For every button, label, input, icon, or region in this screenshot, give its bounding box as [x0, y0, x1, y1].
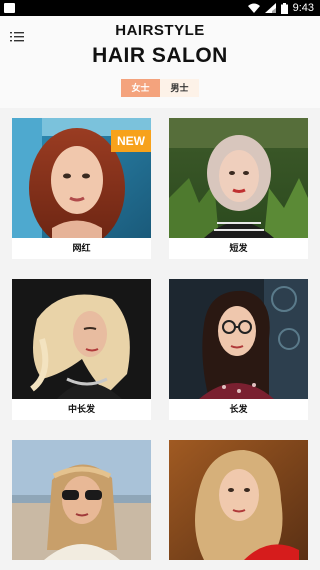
app-subtitle: HAIRSTYLE: [115, 22, 205, 39]
style-card-label: 中长发: [67, 404, 95, 414]
style-card-medium[interactable]: 中长发: [12, 279, 151, 420]
style-card-short[interactable]: 短发: [169, 118, 308, 259]
tab-men[interactable]: 男士: [160, 79, 199, 97]
status-time: 9:43: [292, 2, 314, 14]
signal-icon: [264, 3, 276, 13]
tab-women[interactable]: 女士: [121, 79, 160, 97]
app-header: HAIRSTYLE HAIR SALON 女士 男士: [0, 16, 320, 108]
style-photo: NEW: [12, 118, 151, 238]
style-card-6[interactable]: [169, 440, 308, 560]
app-title: HAIR SALON: [92, 44, 228, 67]
style-card-label: 长发: [229, 404, 248, 414]
style-photo: [169, 279, 308, 399]
style-photo: [12, 279, 151, 399]
style-photo: [169, 118, 308, 238]
style-card-wanghong[interactable]: NEW 网红: [12, 118, 151, 259]
style-card-5[interactable]: [12, 440, 151, 560]
style-photo: [169, 440, 308, 560]
gender-tabs: 女士 男士: [121, 79, 199, 97]
battery-icon: [280, 2, 288, 14]
style-grid: NEW 网红 短发 中长发 长发: [0, 108, 320, 570]
style-photo: [12, 440, 151, 560]
new-badge: NEW: [111, 130, 151, 152]
notification-icon: [4, 3, 15, 13]
style-card-long[interactable]: 长发: [169, 279, 308, 420]
wifi-icon: [247, 3, 260, 13]
style-card-label: 短发: [229, 243, 248, 253]
status-bar: 9:43: [0, 0, 320, 16]
style-card-label: 网红: [72, 243, 91, 253]
